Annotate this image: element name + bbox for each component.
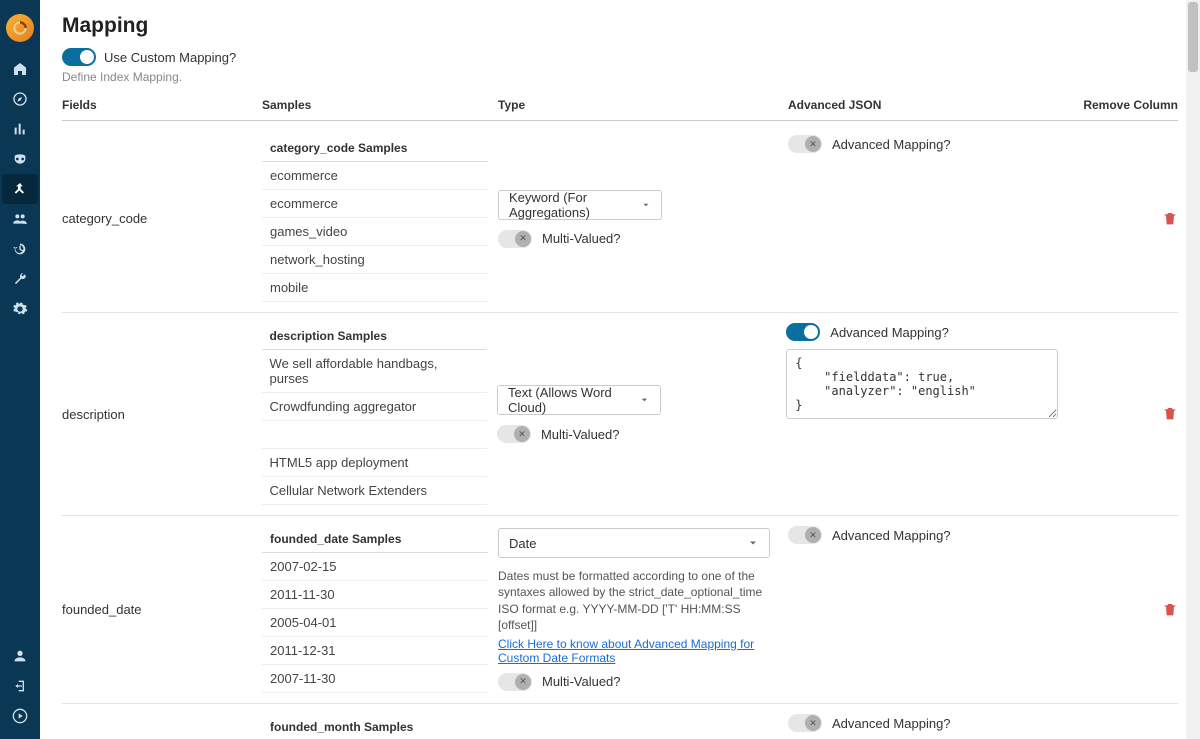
- sample-item: 2011-12-31: [262, 637, 488, 665]
- advanced-mapping-label: Advanced Mapping?: [830, 325, 949, 340]
- nav-wrench[interactable]: [2, 264, 38, 294]
- sample-item: 2011-11-30: [262, 581, 488, 609]
- sidebar: [0, 0, 40, 739]
- remove-column-button[interactable]: [1162, 602, 1178, 618]
- sample-item: mobile: [262, 274, 488, 302]
- main-content: Mapping Use Custom Mapping? Define Index…: [40, 0, 1200, 739]
- type-select[interactable]: Date: [498, 528, 770, 558]
- field-row-description: descriptiondescription SamplesWe sell af…: [62, 313, 1178, 516]
- field-row-category_code: category_codecategory_code Samplesecomme…: [62, 125, 1178, 313]
- field-name: founded_month: [62, 714, 262, 739]
- sample-item: network_hosting: [262, 246, 488, 274]
- advanced-mapping-toggle[interactable]: [786, 323, 820, 341]
- sample-item: 2005-04-01: [262, 609, 488, 637]
- header-advanced: Advanced JSON: [788, 98, 1068, 112]
- multi-valued-label: Multi-Valued?: [542, 231, 621, 246]
- nav-user[interactable]: [2, 641, 38, 671]
- table-header: Fields Samples Type Advanced JSON Remove…: [62, 98, 1178, 121]
- header-type: Type: [498, 98, 788, 112]
- nav-users[interactable]: [2, 204, 38, 234]
- nav-gear[interactable]: [2, 294, 38, 324]
- type-select[interactable]: Keyword (For Aggregations): [498, 190, 662, 220]
- header-remove: Remove Column: [1068, 98, 1178, 112]
- date-format-link[interactable]: Click Here to know about Advanced Mappin…: [498, 637, 770, 665]
- sample-item: HTML5 app deployment: [262, 449, 487, 477]
- field-name: category_code: [62, 135, 262, 302]
- sample-item: Crowdfunding aggregator: [262, 393, 487, 421]
- field-row-founded_date: founded_datefounded_date Samples2007-02-…: [62, 516, 1178, 704]
- nav-chart[interactable]: [2, 114, 38, 144]
- advanced-mapping-label: Advanced Mapping?: [832, 716, 951, 731]
- samples-header: founded_month Samples: [262, 714, 488, 739]
- multi-valued-label: Multi-Valued?: [541, 427, 620, 442]
- sample-item: ecommerce: [262, 162, 488, 190]
- vertical-scrollbar[interactable]: [1186, 0, 1200, 739]
- sample-item: [262, 421, 487, 449]
- advanced-json-textarea[interactable]: [786, 349, 1058, 419]
- page-title: Mapping: [62, 14, 1178, 38]
- multi-valued-toggle[interactable]: [498, 230, 532, 248]
- nav-home[interactable]: [2, 54, 38, 84]
- nav-mask[interactable]: [2, 144, 38, 174]
- app-logo: [6, 14, 34, 42]
- advanced-mapping-toggle[interactable]: [788, 714, 822, 732]
- sample-item: games_video: [262, 218, 488, 246]
- nav-signout[interactable]: [2, 671, 38, 701]
- nav-branch[interactable]: [2, 174, 38, 204]
- multi-valued-label: Multi-Valued?: [542, 674, 621, 689]
- sample-item: Cellular Network Extenders: [262, 477, 487, 505]
- field-name: description: [62, 323, 262, 505]
- sample-item: 2007-11-30: [262, 665, 488, 693]
- sample-item: 2007-02-15: [262, 553, 488, 581]
- type-select[interactable]: Text (Allows Word Cloud): [497, 385, 661, 415]
- advanced-mapping-toggle[interactable]: [788, 135, 822, 153]
- advanced-mapping-toggle[interactable]: [788, 526, 822, 544]
- use-custom-mapping-toggle[interactable]: [62, 48, 96, 66]
- advanced-mapping-label: Advanced Mapping?: [832, 528, 951, 543]
- sample-item: We sell affordable handbags, purses: [262, 350, 487, 393]
- samples-header: description Samples: [262, 323, 487, 350]
- samples-header: founded_date Samples: [262, 526, 488, 553]
- nav-play[interactable]: [2, 701, 38, 731]
- advanced-mapping-label: Advanced Mapping?: [832, 137, 951, 152]
- field-name: founded_date: [62, 526, 262, 693]
- use-custom-mapping-label: Use Custom Mapping?: [104, 50, 236, 65]
- sample-item: ecommerce: [262, 190, 488, 218]
- remove-column-button[interactable]: [1162, 406, 1178, 422]
- field-row-founded_month: founded_monthfounded_month Samples2041In…: [62, 704, 1178, 739]
- multi-valued-toggle[interactable]: [498, 673, 532, 691]
- samples-header: category_code Samples: [262, 135, 488, 162]
- multi-valued-toggle[interactable]: [497, 425, 531, 443]
- remove-column-button[interactable]: [1162, 211, 1178, 227]
- page-subtext: Define Index Mapping.: [62, 70, 1178, 84]
- date-format-hint: Dates must be formatted according to one…: [498, 568, 770, 633]
- nav-compass[interactable]: [2, 84, 38, 114]
- header-fields: Fields: [62, 98, 262, 112]
- header-samples: Samples: [262, 98, 498, 112]
- nav-history[interactable]: [2, 234, 38, 264]
